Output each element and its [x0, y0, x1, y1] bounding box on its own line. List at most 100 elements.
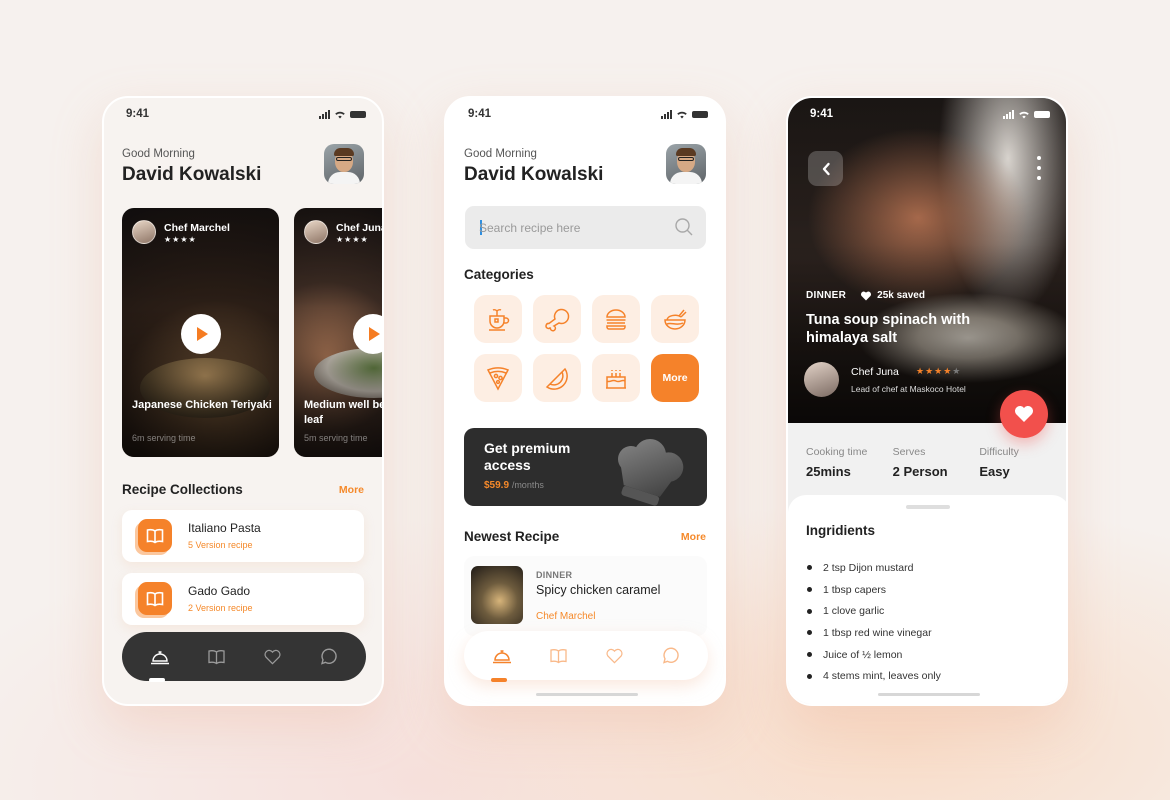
bottom-tab-bar	[464, 631, 708, 682]
user-avatar[interactable]	[324, 144, 364, 184]
video-recipe-card[interactable]: Chef Juna ★★★★ Medium well beef kemangi …	[294, 208, 384, 457]
battery-icon	[1034, 110, 1050, 118]
collection-count: 5 Version recipe	[188, 540, 253, 550]
book-icon	[138, 519, 172, 552]
play-button[interactable]	[181, 314, 221, 354]
category-grid: More	[474, 295, 700, 402]
tab-recipes[interactable]	[201, 642, 231, 672]
chef-avatar[interactable]	[804, 362, 839, 397]
ingredients-title: Ingridients	[806, 523, 876, 538]
pizza-slice-icon	[486, 367, 510, 391]
phone-home-screen: 9:41 Good Morning David Kowalski Chef Ma…	[102, 96, 384, 706]
chef-name: Chef Juna	[336, 222, 384, 234]
user-avatar[interactable]	[666, 144, 706, 184]
category-watermelon[interactable]	[533, 354, 581, 402]
newest-recipe-card[interactable]: DINNER Spicy chicken caramel Chef Marche…	[464, 556, 707, 636]
status-time: 9:41	[126, 108, 150, 120]
categories-more-button[interactable]: More	[651, 354, 699, 402]
recipe-chef: Chef Marchel	[536, 611, 596, 622]
status-time: 9:41	[468, 108, 492, 120]
tab-messages[interactable]	[313, 642, 343, 672]
serving-time: 6m serving time	[132, 433, 196, 443]
premium-title: Get premium access	[484, 440, 571, 473]
tab-favorites[interactable]	[599, 641, 629, 671]
video-recipe-card[interactable]: Chef Marchel ★★★★ Japanese Chicken Teriy…	[122, 208, 279, 457]
ingredients-list: 2 tsp Dijon mustard 1 tbsp capers 1 clov…	[806, 557, 941, 687]
collection-name: Italiano Pasta	[188, 521, 261, 535]
premium-banner[interactable]: Get premium access $59.9 /months	[464, 428, 707, 506]
signal-icon	[319, 109, 330, 119]
category-rice-bowl[interactable]	[651, 295, 699, 343]
user-name: David Kowalski	[122, 164, 262, 185]
chef-name: Chef Marchel	[164, 222, 230, 234]
heart-icon	[1015, 406, 1033, 422]
category-tea[interactable]	[474, 295, 522, 343]
home-indicator	[536, 693, 638, 696]
search-icon[interactable]	[674, 217, 694, 237]
chef-avatar	[132, 220, 156, 244]
wifi-icon	[1019, 111, 1029, 118]
chat-bubble-icon	[320, 648, 337, 665]
wifi-icon	[335, 111, 345, 118]
video-title: Medium well beef kemangi leaf	[304, 399, 382, 426]
collections-more-link[interactable]: More	[339, 484, 364, 496]
search-input[interactable]	[479, 206, 669, 249]
chef-name: Chef Juna	[851, 366, 899, 378]
back-button[interactable]	[808, 151, 843, 186]
phone-recipe-detail-screen: 9:41 DINNER 25k saved Tuna soup spinach …	[786, 96, 1068, 706]
status-bar: 9:41	[468, 106, 708, 122]
tab-recipes[interactable]	[543, 641, 573, 671]
video-title: Japanese Chicken Teriyaki	[132, 399, 272, 411]
user-name: David Kowalski	[464, 164, 604, 185]
chef-rating: ★★★★★	[916, 366, 962, 376]
category-pizza[interactable]	[474, 354, 522, 402]
book-icon	[138, 582, 172, 615]
more-options-icon[interactable]	[1034, 156, 1044, 180]
saved-count: 25k saved	[877, 290, 925, 301]
collection-count: 2 Version recipe	[188, 603, 253, 613]
recipe-meta: DINNER 25k saved	[806, 290, 925, 301]
collection-item[interactable]: Italiano Pasta 5 Version recipe	[122, 510, 364, 562]
cloche-icon	[151, 650, 169, 664]
stat-difficulty: Difficulty Easy	[979, 446, 1019, 479]
favorite-button[interactable]	[1000, 390, 1048, 438]
ingredients-sheet: Ingridients 2 tsp Dijon mustard 1 tbsp c…	[788, 495, 1066, 704]
ingredient-item: 1 tbsp red wine vinegar	[806, 622, 941, 644]
watermelon-icon	[545, 367, 568, 390]
serving-time: 5m serving time	[304, 433, 368, 443]
bottom-tab-bar	[122, 632, 366, 682]
category-burger[interactable]	[592, 295, 640, 343]
category-cake[interactable]	[592, 354, 640, 402]
signal-icon	[661, 109, 672, 119]
chef-hat-icon	[618, 438, 684, 506]
newest-more-link[interactable]: More	[681, 531, 706, 543]
tab-home[interactable]	[145, 642, 175, 672]
wifi-icon	[677, 111, 687, 118]
rating-stars: ★★★★	[336, 235, 369, 244]
ingredient-item: 1 clove garlic	[806, 600, 941, 622]
chevron-left-icon	[822, 162, 830, 175]
premium-price: $59.9 /months	[484, 480, 544, 491]
cake-icon	[606, 370, 626, 389]
stat-serves: Serves 2 Person	[892, 446, 948, 479]
signal-icon	[1003, 109, 1014, 119]
sheet-grab-handle[interactable]	[906, 505, 950, 509]
collections-title: Recipe Collections	[122, 482, 243, 497]
book-icon	[207, 649, 225, 664]
play-icon	[369, 327, 380, 341]
ingredient-item: 1 tbsp capers	[806, 579, 941, 601]
tab-favorites[interactable]	[257, 642, 287, 672]
recipe-stats: Cooking time 25mins Serves 2 Person Diff…	[806, 446, 1066, 479]
recipe-tag: DINNER	[536, 570, 573, 580]
greeting: Good Morning	[464, 148, 537, 160]
tab-messages[interactable]	[655, 641, 685, 671]
tab-home[interactable]	[487, 641, 517, 671]
active-tab-indicator	[149, 678, 165, 682]
category-chicken[interactable]	[533, 295, 581, 343]
book-icon	[549, 648, 567, 663]
tea-cup-icon	[489, 309, 510, 331]
collection-item[interactable]: Gado Gado 2 Version recipe	[122, 573, 364, 625]
collection-name: Gado Gado	[188, 584, 251, 598]
chef-role: Lead of chef at Maskoco Hotel	[851, 384, 966, 394]
chicken-leg-icon	[545, 308, 570, 332]
